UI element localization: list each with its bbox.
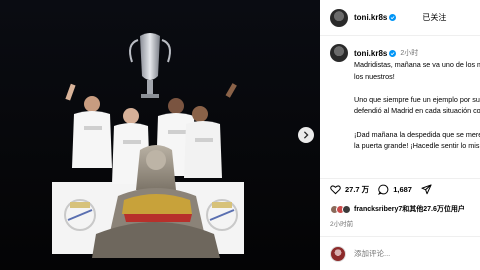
send-icon (421, 184, 432, 195)
verified-badge-icon (389, 14, 397, 21)
comment-bubble-icon (378, 184, 389, 195)
liked-by-row: francksribery7和其他27.6万位用户 (330, 203, 480, 215)
post-media (0, 0, 320, 270)
current-user-avatar (330, 245, 346, 262)
share-action[interactable] (421, 184, 432, 195)
comment-composer (320, 236, 480, 270)
post-actions: 27.7 万 1,687 (320, 178, 480, 200)
follow-status[interactable]: 已关注 (422, 12, 446, 23)
post-header: toni.kr8s 已关注 (320, 0, 480, 36)
post-dialog: toni.kr8s 已关注 toni.kr8s 2小时 Madridistas,… (0, 0, 480, 270)
post-photo[interactable] (0, 0, 320, 270)
chevron-right-icon (303, 131, 309, 139)
liked-by-text[interactable]: francksribery7和其他27.6万位用户 (354, 204, 465, 214)
post-side-panel: toni.kr8s 已关注 toni.kr8s 2小时 Madridistas,… (320, 0, 480, 270)
like-action[interactable]: 27.7 万 (330, 184, 369, 195)
comment-action[interactable]: 1,687 (378, 184, 412, 195)
author-avatar[interactable] (330, 8, 348, 27)
heart-icon (330, 185, 341, 195)
likes-count: 27.7 万 (345, 185, 370, 194)
verified-badge-icon (389, 49, 397, 57)
liked-by-user[interactable]: francksribery7 (354, 206, 402, 213)
caption-time: 2小时 (400, 50, 419, 57)
caption-author-username[interactable]: toni.kr8s (354, 49, 387, 58)
liked-by-rest: 和其他27.6万位用户 (402, 206, 465, 213)
caption-author-avatar[interactable] (330, 44, 348, 62)
caption-text: Madridistas, mañana se va uno de los más… (354, 60, 480, 151)
author-username[interactable]: toni.kr8s (354, 13, 387, 22)
next-image-button[interactable] (298, 127, 314, 143)
liker-avatar[interactable] (342, 204, 351, 214)
comments-count: 1,687 (393, 185, 412, 194)
comment-input[interactable] (354, 249, 464, 258)
post-timestamp: 2小时前 (330, 221, 354, 228)
